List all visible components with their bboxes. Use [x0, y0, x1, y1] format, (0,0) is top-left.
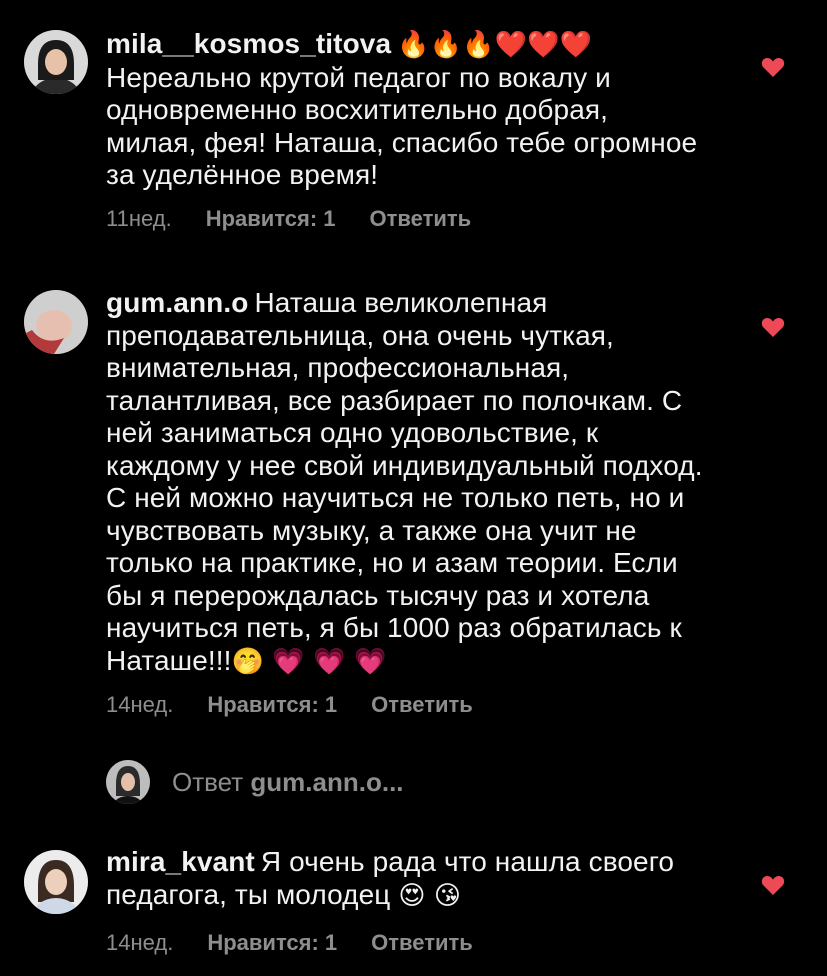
likes-count[interactable]: Нравится: 1: [207, 692, 337, 718]
comment-body: Нереально крутой педагог по вокалу и одн…: [106, 61, 698, 191]
username[interactable]: mira_kvant: [106, 846, 255, 877]
username[interactable]: mila__kosmos_titova: [106, 28, 391, 59]
fire-heart-emojis: 🔥🔥🔥❤️❤️❤️: [397, 30, 592, 60]
comment-meta: 14нед. Нравится: 1 Ответить: [106, 692, 473, 718]
reply-username: gum.ann.o...: [250, 766, 404, 797]
reply-button[interactable]: Ответить: [371, 930, 473, 956]
heart-icon[interactable]: [761, 874, 785, 896]
view-replies-link[interactable]: Ответ gum.ann.o...: [106, 760, 404, 804]
heart-icon[interactable]: [761, 316, 785, 338]
avatar[interactable]: [24, 30, 88, 94]
avatar[interactable]: [24, 290, 88, 354]
reply-avatar: [106, 760, 150, 804]
likes-count[interactable]: Нравится: 1: [206, 206, 336, 232]
timestamp: 11нед.: [106, 206, 172, 231]
reply-button[interactable]: Ответить: [371, 692, 473, 718]
timestamp: 14нед.: [106, 692, 174, 717]
heart-icon[interactable]: [761, 56, 785, 78]
username[interactable]: gum.ann.o: [106, 287, 248, 318]
comment-meta: 11нед. Нравится: 1 Ответить: [106, 206, 471, 232]
comment-body: Наташа великолепная преподавательница, о…: [106, 287, 703, 676]
comment-text: mila__kosmos_titova 🔥🔥🔥❤️❤️❤️ Нереально к…: [106, 28, 706, 192]
reply-button[interactable]: Ответить: [370, 206, 472, 232]
emoji-suffix: 😍 😘: [398, 880, 462, 911]
comment-meta: 14нед. Нравится: 1 Ответить: [106, 930, 473, 956]
reply-prefix: Ответ: [172, 766, 244, 797]
comment-item: mila__kosmos_titova 🔥🔥🔥❤️❤️❤️ Нереально к…: [0, 0, 827, 250]
comment-text: gum.ann.o Наташа великолепная преподавате…: [106, 287, 706, 678]
emoji-suffix: 🤭 💗 💗 💗: [231, 646, 387, 677]
likes-count[interactable]: Нравится: 1: [207, 930, 337, 956]
timestamp: 14нед.: [106, 930, 174, 955]
comment-text: mira_kvant Я очень рада что нашла своего …: [106, 846, 706, 912]
avatar[interactable]: [24, 850, 88, 914]
